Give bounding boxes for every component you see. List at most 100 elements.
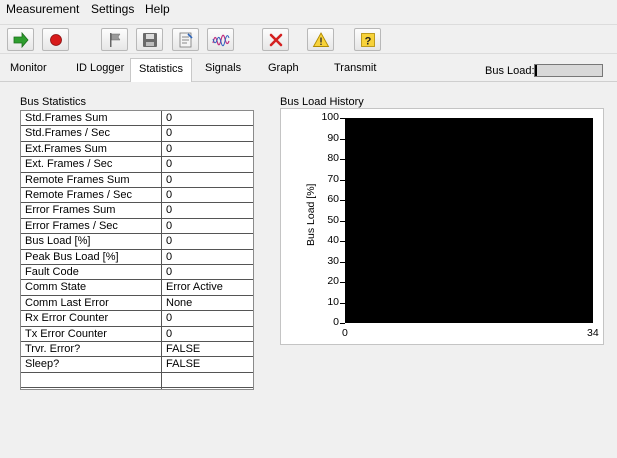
y-tick-label: 10 xyxy=(327,295,339,308)
y-tick-label: 30 xyxy=(327,254,339,267)
stat-value: FALSE xyxy=(166,358,201,371)
table-row: Rx Error Counter 0 xyxy=(21,311,253,327)
bus-load-label: Bus Load: xyxy=(485,65,535,77)
stat-value: 0 xyxy=(166,142,173,155)
y-tick-label: 0 xyxy=(333,316,339,328)
flag-button[interactable] xyxy=(101,28,128,51)
stat-value: 0 xyxy=(166,112,173,124)
tab-transmit[interactable]: Transmit xyxy=(334,62,376,74)
stat-value: FALSE xyxy=(166,343,201,355)
table-row: Trvr. Error? FALSE xyxy=(21,342,253,358)
table-row: Fault Code 0 xyxy=(21,265,253,281)
y-tick-mark xyxy=(340,302,345,304)
table-row: Peak Bus Load [%] 0 xyxy=(21,250,253,265)
y-tick-label: 40 xyxy=(327,234,339,246)
table-row: Bus Load [%] 0 xyxy=(21,234,253,250)
table-row: Error Frames / Sec 0 xyxy=(21,219,253,235)
stat-name: Bus Load [%] xyxy=(25,235,91,248)
bus-load-meter-fill xyxy=(535,65,537,76)
start-button[interactable] xyxy=(7,28,34,51)
y-tick-mark xyxy=(340,200,345,201)
tab-graph[interactable]: Graph xyxy=(268,62,299,74)
y-tick-mark xyxy=(340,138,345,140)
table-row xyxy=(21,373,253,389)
stop-button[interactable] xyxy=(42,28,69,51)
stat-value: 0 xyxy=(166,235,173,248)
stat-name: Rx Error Counter xyxy=(25,312,109,325)
warning-triangle-icon xyxy=(312,31,329,47)
menu-measurement[interactable]: Measurement xyxy=(6,2,79,16)
table-row: Ext.Frames Sum 0 xyxy=(21,142,253,158)
stat-name: Comm State xyxy=(25,281,87,294)
stat-value: Error Active xyxy=(166,281,223,294)
y-tick-label: 60 xyxy=(327,193,339,205)
y-tick-mark xyxy=(340,323,345,324)
red-x-icon xyxy=(269,33,282,46)
clear-button[interactable] xyxy=(262,28,289,51)
bus-statistics-title: Bus Statistics xyxy=(20,96,87,108)
stat-value: 0 xyxy=(166,204,173,217)
bus-load-meter xyxy=(534,64,603,77)
waveform-button[interactable] xyxy=(207,28,234,51)
y-tick-label: 50 xyxy=(327,213,339,226)
table-row: Tx Error Counter 0 xyxy=(21,327,253,342)
save-button[interactable] xyxy=(136,28,163,51)
stat-name: Error Frames / Sec xyxy=(25,219,118,232)
warning-button[interactable] xyxy=(307,28,334,51)
menu-bar: Measurement Settings Help xyxy=(0,0,617,18)
stat-value: 0 xyxy=(166,327,173,340)
tab-signals[interactable]: Signals xyxy=(205,62,241,74)
stat-name: Tx Error Counter xyxy=(25,327,107,340)
table-row: Comm State Error Active xyxy=(21,280,253,296)
stat-name: Ext.Frames Sum xyxy=(25,142,107,155)
stat-name: Sleep? xyxy=(25,358,60,371)
record-stop-icon xyxy=(49,33,62,46)
document-edit-icon xyxy=(179,32,193,47)
y-tick-label: 90 xyxy=(327,131,339,144)
stat-value: 0 xyxy=(166,219,173,232)
y-tick-label: 100 xyxy=(321,111,339,123)
stat-value: 0 xyxy=(166,127,173,140)
stat-value: 0 xyxy=(166,266,173,278)
floppy-disk-icon xyxy=(142,32,157,47)
menu-settings[interactable]: Settings xyxy=(91,2,134,16)
stat-name: Trvr. Error? xyxy=(25,343,81,355)
table-row: Ext. Frames / Sec 0 xyxy=(21,157,253,173)
stat-name: Std.Frames Sum xyxy=(25,112,108,124)
y-tick-mark xyxy=(340,159,345,160)
menu-help[interactable]: Help xyxy=(145,2,170,16)
table-row: Error Frames Sum 0 xyxy=(21,203,253,219)
y-tick-mark xyxy=(340,282,345,283)
table-row: Sleep? FALSE xyxy=(21,357,253,373)
stat-name: Std.Frames / Sec xyxy=(25,127,110,140)
flag-icon xyxy=(109,32,120,47)
export-button[interactable] xyxy=(172,28,199,51)
help-button[interactable]: ? xyxy=(354,28,381,51)
y-tick-mark xyxy=(340,241,345,242)
stat-name: Fault Code xyxy=(25,266,79,278)
stat-value: 0 xyxy=(166,158,173,171)
y-tick-label: 70 xyxy=(327,172,339,185)
tab-id-logger[interactable]: ID Logger xyxy=(76,62,124,74)
y-tick-label: 80 xyxy=(327,152,339,164)
stat-name: Ext. Frames / Sec xyxy=(25,158,113,171)
table-row: Std.Frames Sum 0 xyxy=(21,111,253,127)
y-tick-mark xyxy=(340,179,345,181)
tab-monitor[interactable]: Monitor xyxy=(10,62,47,74)
stat-value: 0 xyxy=(166,312,173,325)
x-tick-label: 34 xyxy=(587,327,599,339)
y-axis-label: Bus Load [%] xyxy=(305,183,317,246)
tab-bar: Monitor ID Logger Statistics Signals Gra… xyxy=(0,58,617,82)
svg-text:?: ? xyxy=(364,35,371,47)
tab-statistics[interactable]: Statistics xyxy=(130,58,193,82)
stat-name: Comm Last Error xyxy=(25,296,109,309)
toolbar: ? xyxy=(0,24,617,54)
bus-load-history-title: Bus Load History xyxy=(280,96,364,108)
stat-value: 0 xyxy=(166,250,173,263)
stat-name: Remote Frames / Sec xyxy=(25,189,132,201)
stat-name: Remote Frames Sum xyxy=(25,173,130,186)
bus-load-plot-area xyxy=(345,118,593,323)
table-row: Comm Last Error None xyxy=(21,296,253,312)
arrow-right-icon xyxy=(13,31,29,48)
waveform-icon xyxy=(211,34,230,46)
